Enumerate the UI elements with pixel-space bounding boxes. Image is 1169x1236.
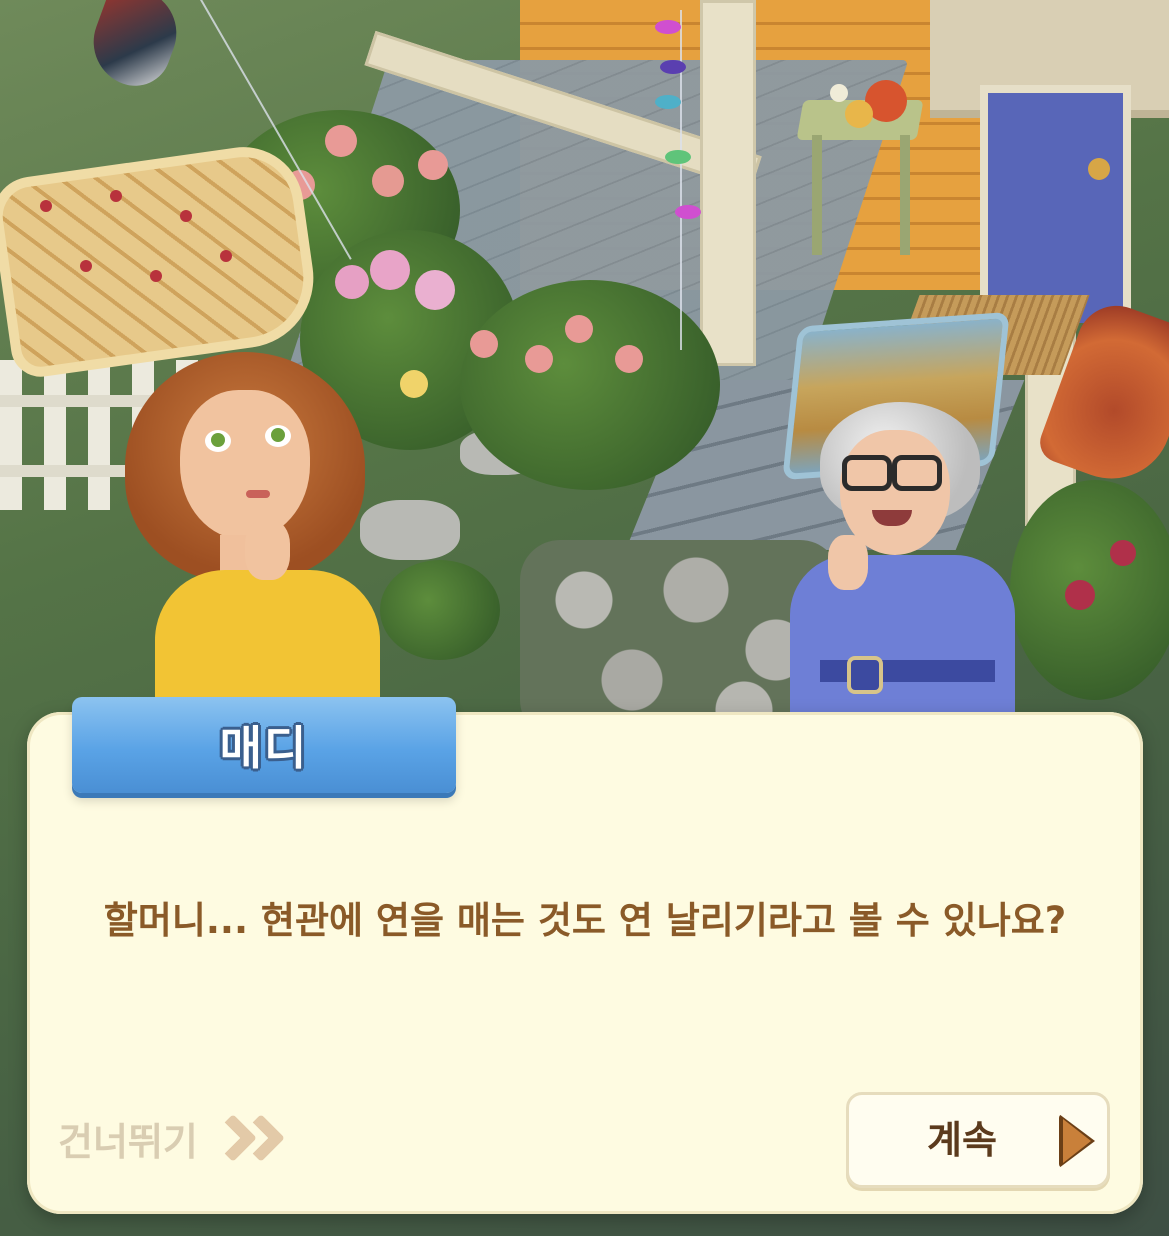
table-leg: [812, 135, 822, 255]
rose-flower: [418, 150, 448, 180]
belt-buckle: [847, 656, 883, 694]
pie-berry: [40, 200, 52, 212]
dialog-text: 할머니... 현관에 연을 매는 것도 연 날리기라고 볼 수 있나요?: [103, 899, 1067, 942]
kite-bow: [655, 20, 681, 34]
cup: [830, 84, 848, 102]
rose-flower: [325, 125, 357, 157]
kite-bow: [655, 95, 681, 109]
rose-flower: [565, 315, 593, 343]
lily-flower: [370, 250, 410, 290]
front-door: [980, 85, 1131, 323]
pie-berry: [180, 210, 192, 222]
maddie-eye: [205, 430, 231, 452]
pie-berry: [80, 260, 92, 272]
speaker-name-tag: 매디: [72, 697, 456, 793]
kite-bow: [660, 60, 686, 74]
rose-flower: [615, 345, 643, 373]
door-knob: [1088, 158, 1110, 180]
bush: [380, 560, 500, 660]
maddie-eye: [265, 425, 291, 447]
stepping-stone: [360, 500, 460, 560]
yellow-lily: [400, 370, 428, 398]
kite-bow: [675, 205, 701, 219]
porch-column: [700, 0, 756, 366]
lily-flower: [415, 270, 455, 310]
pie-berry: [110, 190, 122, 202]
grandmother-hand: [828, 535, 868, 590]
lily-flower: [335, 265, 369, 299]
pie-berry: [220, 250, 232, 262]
red-flower: [1110, 540, 1136, 566]
skip-label: 건너뛰기: [58, 1119, 198, 1164]
maddie-mouth: [246, 490, 270, 498]
yarn-ball: [845, 100, 873, 128]
maddie-hand: [245, 520, 290, 580]
play-triangle-icon-fill: [1063, 1119, 1091, 1163]
pie-berry: [150, 270, 162, 282]
double-chevron-right-icon: [208, 1113, 285, 1163]
grandmother-glasses: [892, 455, 942, 491]
grandmother-glasses: [842, 455, 892, 491]
rose-flower: [372, 165, 404, 197]
continue-label: 계속: [927, 1118, 997, 1162]
continue-button[interactable]: 계속: [846, 1092, 1110, 1188]
rose-flower: [470, 330, 498, 358]
skip-button[interactable]: 건너뛰기: [58, 1110, 285, 1166]
maddie-face: [180, 390, 310, 540]
grandmother-dress: [790, 555, 1015, 725]
red-flower: [1065, 580, 1095, 610]
table-leg: [900, 135, 910, 255]
speaker-name: 매디: [219, 721, 309, 775]
kite-bow: [665, 150, 691, 164]
rose-flower: [525, 345, 553, 373]
